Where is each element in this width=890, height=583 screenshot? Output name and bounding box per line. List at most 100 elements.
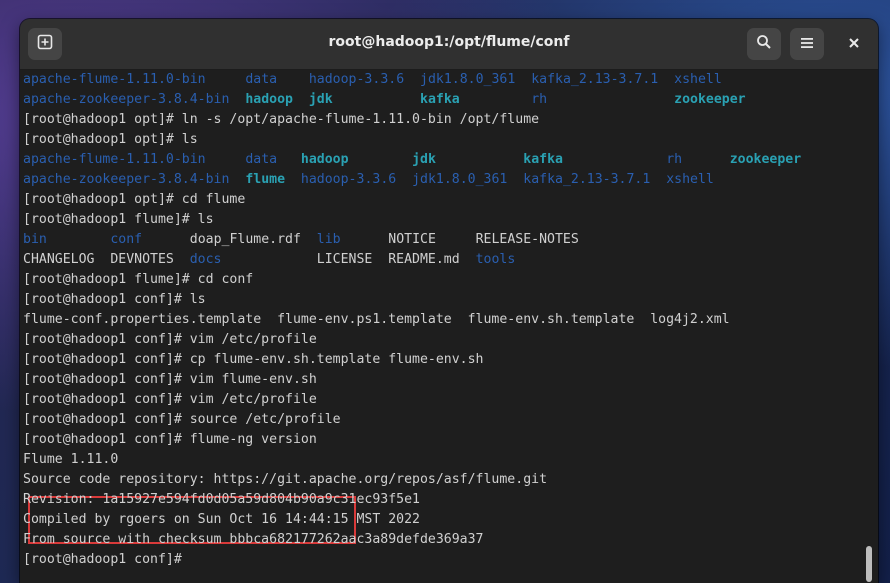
terminal-entry: kafka xyxy=(420,92,460,107)
terminal-text: Compiled by rgoers on Sun Oct 16 14:44:1… xyxy=(23,512,420,527)
terminal-text: [root@hadoop1 conf]# source /etc/profile xyxy=(23,412,341,427)
terminal-line: flume-conf.properties.template flume-env… xyxy=(23,310,730,330)
title-bar: root@hadoop1:/opt/flume/conf xyxy=(20,19,878,70)
terminal-line: bin conf doap_Flume.rdf lib NOTICE RELEA… xyxy=(23,230,579,250)
terminal-text: [root@hadoop1 conf]# cp flume-env.sh.tem… xyxy=(23,352,484,367)
terminal-text: Flume 1.11.0 xyxy=(23,452,119,467)
terminal-line: [root@hadoop1 conf]# flume-ng version xyxy=(23,430,317,450)
terminal-text: [root@hadoop1 opt]# cd flume xyxy=(23,192,246,207)
terminal-text: [root@hadoop1 conf]# ls xyxy=(23,292,206,307)
terminal-text: LICENSE README.md xyxy=(221,252,476,267)
terminal-line: From source with checksum bbbca682177262… xyxy=(23,530,484,550)
terminal-text: [root@hadoop1 conf]# flume-ng version xyxy=(23,432,317,447)
terminal-line: [root@hadoop1 flume]# ls xyxy=(23,210,214,230)
terminal-line: [root@hadoop1 flume]# cd conf xyxy=(23,270,253,290)
terminal-line: [root@hadoop1 conf]# source /etc/profile xyxy=(23,410,341,430)
terminal-text: [root@hadoop1 opt]# ls xyxy=(23,132,198,147)
terminal-line: Compiled by rgoers on Sun Oct 16 14:44:1… xyxy=(23,510,420,530)
terminal-entry: apache-flume-1.11.0-bin xyxy=(23,152,206,167)
terminal-entry: hadoop-3.3.6 xyxy=(308,72,405,87)
terminal-text: doap_Flume.rdf xyxy=(142,232,317,247)
scrollbar-thumb[interactable] xyxy=(866,546,872,582)
terminal-text: [root@hadoop1 conf]# vim /etc/profile xyxy=(23,392,317,407)
terminal-line: [root@hadoop1 conf]# cp flume-env.sh.tem… xyxy=(23,350,484,370)
terminal-text: [root@hadoop1 flume]# ls xyxy=(23,212,214,227)
terminal-entry: bin xyxy=(23,232,47,247)
terminal-entry: kafka_2.13-3.7.1 xyxy=(531,72,659,87)
search-icon xyxy=(756,34,772,54)
terminal-text: CHANGELOG DEVNOTES xyxy=(23,252,190,267)
terminal-text: [root@hadoop1 flume]# cd conf xyxy=(23,272,254,287)
terminal-entry: kafka xyxy=(523,152,563,167)
search-button[interactable] xyxy=(747,28,781,60)
terminal-entry: lib xyxy=(316,232,341,247)
terminal-text: [root@hadoop1 opt]# ln -s /opt/apache-fl… xyxy=(23,112,540,127)
terminal-line: [root@hadoop1 conf]# ls xyxy=(23,290,206,310)
terminal-entry: apache-flume-1.11.0-bin xyxy=(23,72,206,87)
terminal-entry: rh xyxy=(531,92,548,107)
terminal-text: From source with checksum bbbca682177262… xyxy=(23,532,484,547)
terminal-line: [root@hadoop1 conf]# vim flume-env.sh xyxy=(23,370,317,390)
terminal-entry: xshell xyxy=(674,72,722,87)
terminal-entry: rh xyxy=(666,152,683,167)
terminal-line: [root@hadoop1 opt]# cd flume xyxy=(23,190,245,210)
new-tab-button[interactable] xyxy=(28,28,62,60)
new-tab-icon xyxy=(37,34,53,54)
terminal-line: apache-flume-1.11.0-bin data hadoop-3.3.… xyxy=(23,70,722,90)
terminal-entry: tools xyxy=(475,252,516,267)
terminal-entry: jdk xyxy=(308,92,333,107)
terminal-text: [root@hadoop1 conf]# vim flume-env.sh xyxy=(23,372,317,387)
terminal-entry: hadoop xyxy=(245,92,293,107)
terminal-entry: apache-zookeeper-3.8.4-bin xyxy=(23,172,230,187)
terminal-text: [root@hadoop1 conf]# vim /etc/profile xyxy=(23,332,317,347)
terminal-entry: jdk1.8.0_361 xyxy=(420,72,516,87)
terminal-entry: docs xyxy=(189,252,222,267)
terminal-entry: hadoop xyxy=(300,152,349,167)
terminal-entry: jdk1.8.0_361 xyxy=(412,172,508,187)
hamburger-menu-icon xyxy=(800,35,814,54)
terminal-entry: jdk xyxy=(412,152,436,167)
terminal-entry: data xyxy=(245,152,278,167)
terminal-line: [root@hadoop1 conf]# vim /etc/profile xyxy=(23,390,317,410)
terminal-line: [root@hadoop1 conf]# xyxy=(23,550,190,570)
terminal-text: Revision: 1a15927e594fd0d05a59d804b90a9c… xyxy=(23,492,420,507)
terminal-line: CHANGELOG DEVNOTES docs LICENSE README.m… xyxy=(23,250,515,270)
menu-button[interactable] xyxy=(790,28,824,60)
terminal-line: [root@hadoop1 opt]# ls xyxy=(23,130,198,150)
terminal-entry: hadoop-3.3.6 xyxy=(300,172,397,187)
terminal-text: flume-conf.properties.template flume-env… xyxy=(23,312,730,327)
terminal-line: Flume 1.11.0 xyxy=(23,450,118,470)
terminal-line: apache-zookeeper-3.8.4-bin flume hadoop-… xyxy=(23,170,714,190)
terminal-output[interactable]: apache-flume-1.11.0-bin data hadoop-3.3.… xyxy=(20,70,878,583)
terminal-entry: kafka_2.13-3.7.1 xyxy=(523,172,651,187)
terminal-entry: apache-zookeeper-3.8.4-bin xyxy=(23,92,230,107)
terminal-entry: zookeeper xyxy=(729,152,802,167)
terminal-entry: data xyxy=(245,72,278,87)
terminal-line: apache-zookeeper-3.8.4-bin hadoop jdk ka… xyxy=(23,90,746,110)
terminal-text: [root@hadoop1 conf]# xyxy=(23,552,190,567)
close-button[interactable] xyxy=(842,32,866,56)
terminal-text: NOTICE RELEASE-NOTES xyxy=(340,232,579,247)
terminal-line: [root@hadoop1 conf]# vim /etc/profile xyxy=(23,330,317,350)
terminal-text: Source code repository: https://git.apac… xyxy=(23,472,548,487)
terminal-entry: xshell xyxy=(666,172,714,187)
